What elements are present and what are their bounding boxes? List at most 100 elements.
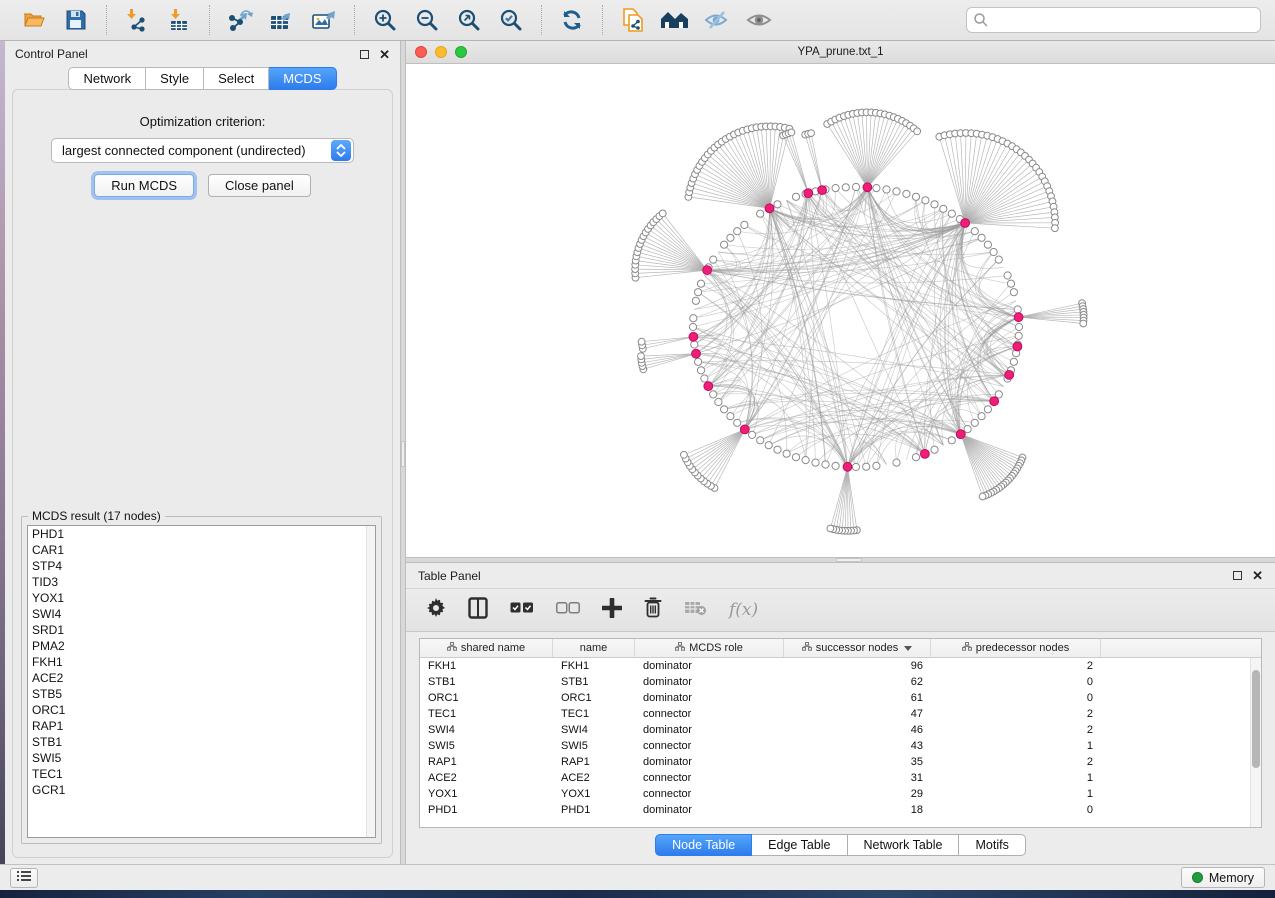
column-header-shared-name[interactable]: shared name [420,639,553,657]
splitter-grip[interactable] [401,441,405,467]
criterion-dropdown-value: largest connected component (undirected) [52,143,331,158]
export-table-button[interactable] [264,4,300,36]
mcds-result-item[interactable]: SWI4 [28,606,375,622]
refresh-button[interactable] [554,4,590,36]
table-cell: connector [635,738,784,754]
select-all-button[interactable] [510,601,534,619]
mcds-result-item[interactable]: YOX1 [28,590,375,606]
table-cell: 0 [931,690,1101,706]
import-network-button[interactable] [119,4,155,36]
column-header-predecessor-nodes[interactable]: predecessor nodes [931,639,1101,657]
mcds-result-item[interactable]: CAR1 [28,542,375,558]
add-column-button[interactable] [602,598,622,623]
deselect-all-button[interactable] [556,601,580,619]
table-scrollbar[interactable] [1250,658,1261,827]
mcds-result-item[interactable]: TEC1 [28,766,375,782]
memory-button[interactable]: Memory [1181,867,1265,888]
tab-style[interactable]: Style [146,67,204,90]
table-row[interactable]: STB1STB1dominator620 [420,674,1261,690]
tab-node-table[interactable]: Node Table [655,834,752,856]
main-toolbar [0,0,1275,41]
close-panel-icon[interactable]: ✕ [379,50,390,59]
tab-motifs[interactable]: Motifs [959,834,1025,856]
import-table-button[interactable] [161,4,197,36]
search-input[interactable] [966,7,1261,33]
table-row[interactable]: SWI5SWI5connector431 [420,738,1261,754]
table-row[interactable]: FKH1FKH1dominator962 [420,658,1261,674]
mcds-result-item[interactable]: STP4 [28,558,375,574]
mcds-result-item[interactable]: FKH1 [28,654,375,670]
table-cell: dominator [635,722,784,738]
tab-network[interactable]: Network [68,67,146,90]
table-cell: 0 [931,802,1101,818]
table-row[interactable]: ACE2ACE2connector311 [420,770,1261,786]
delete-button[interactable] [644,597,662,623]
close-panel-button[interactable]: Close panel [208,174,311,197]
export-network-button[interactable] [222,4,258,36]
hide-selected-button[interactable] [699,4,735,36]
criterion-dropdown[interactable]: largest connected component (undirected) [51,138,354,163]
zoom-selected-button[interactable] [493,4,529,36]
table-cell: FKH1 [553,658,635,674]
float-panel-icon[interactable] [360,50,369,59]
network-canvas[interactable] [406,64,1275,557]
column-header-successor-nodes[interactable]: successor nodes [784,639,931,657]
close-panel-icon[interactable]: ✕ [1252,571,1263,580]
table-cell: YOX1 [553,786,635,802]
column-header-filler [1101,639,1261,657]
table-cell: ORC1 [553,690,635,706]
run-mcds-button[interactable]: Run MCDS [94,174,194,197]
mcds-result-item[interactable]: ACE2 [28,670,375,686]
mcds-result-item[interactable]: GCR1 [28,782,375,798]
table-row[interactable]: YOX1YOX1connector291 [420,786,1261,802]
copy-network-button[interactable] [615,4,651,36]
table-cell: 29 [784,786,931,802]
table-cell: dominator [635,802,784,818]
mcds-result-item[interactable]: STB1 [28,734,375,750]
network-window-titlebar[interactable]: YPA_prune.txt_1 [406,41,1275,64]
zoom-out-button[interactable] [409,4,445,36]
table-cell: STB1 [553,674,635,690]
node-table: shared namenameMCDS rolesuccessor nodesp… [419,638,1262,828]
tab-select[interactable]: Select [204,67,269,90]
mcds-result-item[interactable]: RAP1 [28,718,375,734]
table-cell: 0 [931,674,1101,690]
table-cell: RAP1 [553,754,635,770]
table-row[interactable]: ORC1ORC1dominator610 [420,690,1261,706]
control-panel: Control Panel ✕ NetworkStyleSelectMCDS O… [5,41,400,864]
zoom-fit-button[interactable] [451,4,487,36]
mcds-result-item[interactable]: STB5 [28,686,375,702]
export-image-button[interactable] [306,4,342,36]
mcds-result-item[interactable]: TID3 [28,574,375,590]
show-panels-button[interactable] [10,868,38,888]
table-row[interactable]: SWI4SWI4dominator462 [420,722,1261,738]
table-cell: 1 [931,786,1101,802]
tab-mcds[interactable]: MCDS [269,67,336,90]
mcds-result-item[interactable]: ORC1 [28,702,375,718]
splitter-grip[interactable] [836,558,862,562]
zoom-in-button[interactable] [367,4,403,36]
table-row[interactable]: RAP1RAP1dominator352 [420,754,1261,770]
mcds-result-list[interactable]: PHD1CAR1STP4TID3YOX1SWI4SRD1PMA2FKH1ACE2… [27,525,376,838]
float-panel-icon[interactable] [1233,571,1242,580]
mcds-result-item[interactable]: SRD1 [28,622,375,638]
gear-button[interactable] [426,598,446,623]
mcds-result-item[interactable]: PHD1 [28,526,375,542]
column-header-MCDS-role[interactable]: MCDS role [635,639,784,657]
show-all-button[interactable] [741,4,777,36]
mcds-result-item[interactable]: PMA2 [28,638,375,654]
mcds-list-scrollbar[interactable] [366,526,375,837]
toolbar-separator [106,5,107,35]
column-header-name[interactable]: name [553,639,635,657]
open-file-button[interactable] [16,4,52,36]
table-row[interactable]: PHD1PHD1dominator180 [420,802,1261,818]
column-pane-button[interactable] [468,597,488,624]
table-row[interactable]: TEC1TEC1connector472 [420,706,1261,722]
scrollbar-thumb[interactable] [1252,670,1260,768]
mcds-result-item[interactable]: SWI5 [28,750,375,766]
save-session-button[interactable] [58,4,94,36]
first-neighbors-button[interactable] [657,4,693,36]
tab-edge-table[interactable]: Edge Table [752,834,847,856]
tab-network-table[interactable]: Network Table [848,834,960,856]
import-table-icon [167,8,191,32]
